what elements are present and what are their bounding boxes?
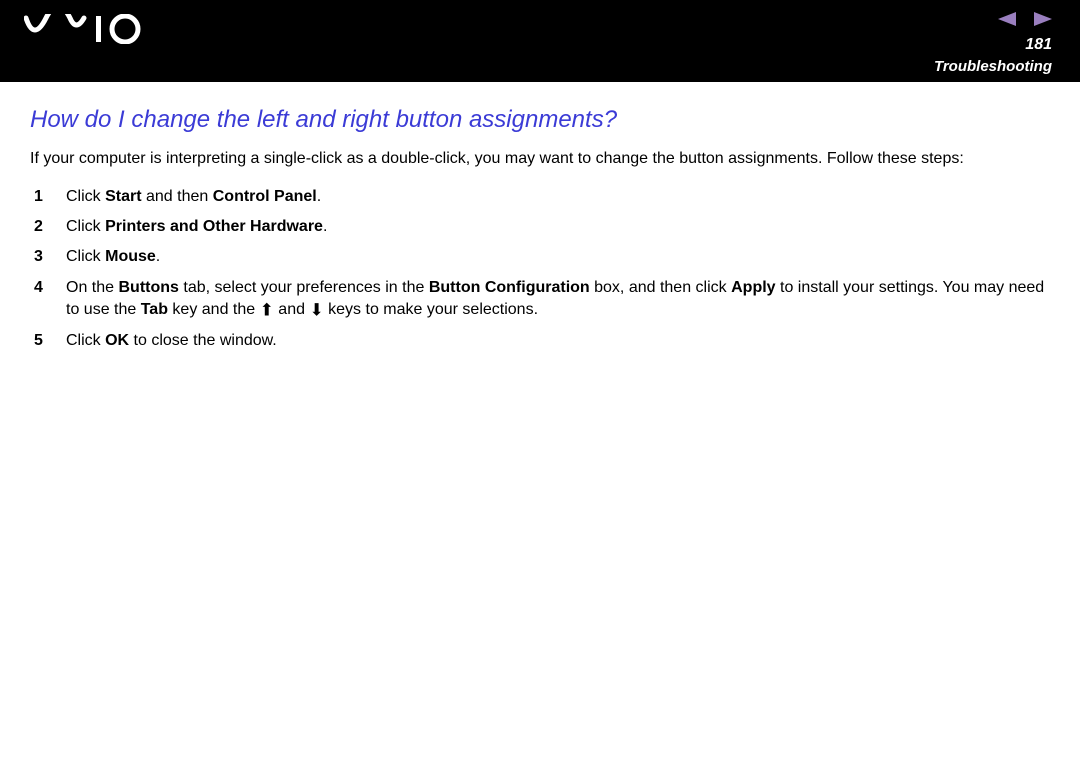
step-text: Click <box>66 218 105 235</box>
step-text: On the <box>66 279 118 296</box>
step-text: . <box>317 188 321 205</box>
page-number: 181 <box>1025 36 1052 54</box>
down-arrow-icon: ⬇ <box>309 300 323 319</box>
step-3: Click Mouse. <box>30 246 1050 268</box>
step-text: Click <box>66 332 105 349</box>
step-bold: Control Panel <box>213 188 317 205</box>
step-2: Click Printers and Other Hardware. <box>30 216 1050 238</box>
section-label: Troubleshooting <box>934 58 1052 75</box>
step-5: Click OK to close the window. <box>30 330 1050 352</box>
step-bold: Mouse <box>105 248 156 265</box>
step-text: and then <box>142 188 213 205</box>
step-bold: Buttons <box>118 279 178 296</box>
step-bold: Apply <box>731 279 775 296</box>
up-arrow-icon: ⬆ <box>260 300 274 319</box>
prev-page-icon[interactable] <box>998 12 1016 31</box>
steps-list: Click Start and then Control Panel. Clic… <box>30 186 1050 352</box>
nav-arrows <box>998 12 1052 31</box>
step-bold: Tab <box>141 301 168 318</box>
step-text: keys to make your selections. <box>324 301 538 318</box>
step-bold: Printers and Other Hardware <box>105 218 323 235</box>
step-bold: Button Configuration <box>429 279 590 296</box>
content-area: How do I change the left and right butto… <box>0 82 1080 352</box>
step-text: . <box>323 218 327 235</box>
next-page-icon[interactable] <box>1034 12 1052 31</box>
page-title: How do I change the left and right butto… <box>30 106 1050 134</box>
step-4: On the Buttons tab, select your preferen… <box>30 277 1050 322</box>
step-text: and <box>274 301 310 318</box>
step-1: Click Start and then Control Panel. <box>30 186 1050 208</box>
step-text: box, and then click <box>590 279 731 296</box>
step-bold: Start <box>105 188 141 205</box>
header-bar: 181 Troubleshooting <box>0 0 1080 82</box>
step-text: to close the window. <box>129 332 277 349</box>
intro-paragraph: If your computer is interpreting a singl… <box>30 148 1050 170</box>
vaio-logo <box>24 14 142 49</box>
step-text: Click <box>66 188 105 205</box>
step-text: . <box>156 248 160 265</box>
step-text: tab, select your preferences in the <box>179 279 429 296</box>
step-text: key and the <box>168 301 260 318</box>
step-text: Click <box>66 248 105 265</box>
step-bold: OK <box>105 332 129 349</box>
